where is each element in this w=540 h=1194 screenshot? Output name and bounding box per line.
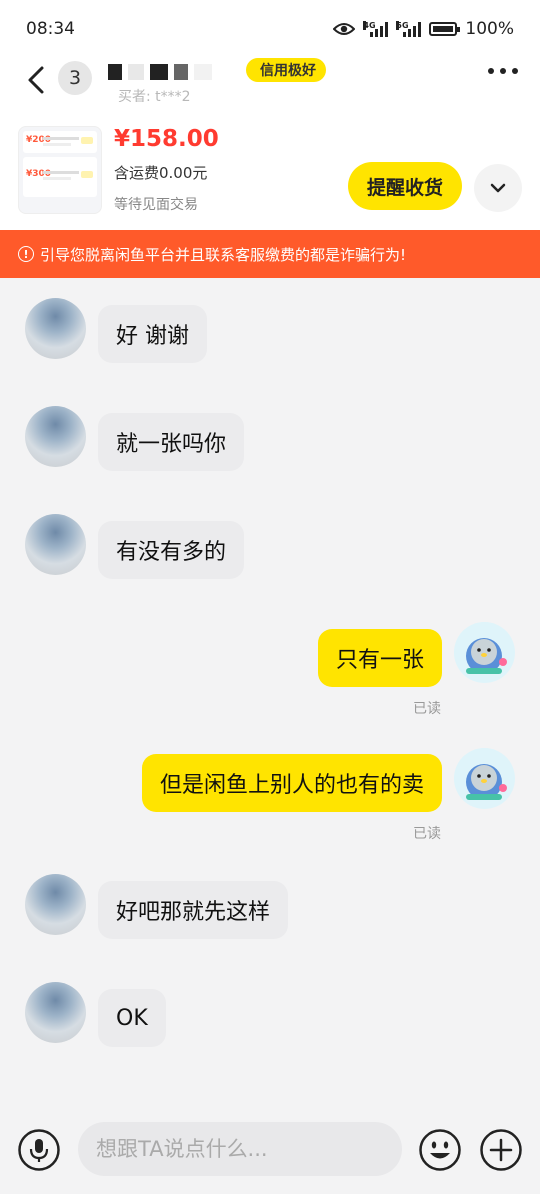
avatar[interactable] (25, 982, 86, 1043)
self-avatar[interactable] (454, 748, 515, 809)
message-bubble-outgoing[interactable]: 只有一张 (317, 629, 442, 687)
message-bubble-incoming[interactable]: 好 谢谢 (98, 305, 207, 363)
order-price: ¥158.00 (114, 126, 219, 152)
order-status: 等待见面交易 (114, 197, 198, 213)
seal-avatar-icon (454, 748, 514, 808)
status-bar: 08:34 4G 5G 100% (0, 0, 540, 58)
unread-count-badge[interactable]: 3 (58, 61, 92, 95)
remind-receive-button[interactable]: 提醒收货 (348, 162, 462, 210)
product-thumbnail[interactable]: ¥200 ¥300 (18, 126, 102, 214)
battery-icon (429, 22, 461, 36)
signal-tag: 4G (363, 21, 376, 30)
message-bubble-outgoing[interactable]: 但是闲鱼上别人的也有的卖 (141, 754, 442, 812)
read-status: 已读 (413, 826, 441, 842)
avatar[interactable] (25, 514, 86, 575)
message-input[interactable] (78, 1122, 402, 1176)
emoji-icon[interactable] (418, 1128, 462, 1172)
seller-name-redacted (108, 64, 212, 80)
message-bubble-incoming[interactable]: 好吧那就先这样 (98, 881, 289, 939)
credit-badge: 信用极好 (246, 58, 326, 82)
microphone-icon[interactable] (17, 1128, 61, 1172)
chevron-down-icon (490, 183, 506, 193)
status-time: 08:34 (26, 19, 75, 39)
avatar[interactable] (25, 406, 86, 467)
battery-percent: 100% (465, 19, 514, 39)
avatar[interactable] (25, 874, 86, 935)
plus-icon[interactable] (479, 1128, 523, 1172)
avatar[interactable] (25, 298, 86, 359)
shipping-info: 含运费0.00元 (114, 164, 208, 182)
read-status: 已读 (413, 701, 441, 717)
input-bar (0, 1104, 540, 1194)
message-bubble-incoming[interactable]: OK (98, 989, 166, 1047)
status-icons: 4G 5G 100% (333, 19, 514, 39)
seal-avatar-icon (454, 622, 514, 682)
order-card[interactable]: ¥200 ¥300 ¥158.00 含运费0.00元 等待见面交易 提醒收货 (0, 102, 540, 230)
eye-icon (333, 23, 356, 35)
message-bubble-incoming[interactable]: 有没有多的 (98, 521, 245, 579)
warning-icon: ! (18, 246, 34, 262)
chat-header: 3 信用极好 买者: t***2 (0, 58, 540, 105)
signal-tag-2: 5G (396, 21, 409, 30)
back-arrow-icon[interactable] (22, 64, 52, 96)
fraud-warning-bar: ! 引导您脱离闲鱼平台并且联系客服缴费的都是诈骗行为! (0, 230, 540, 278)
expand-button[interactable] (474, 164, 522, 212)
warning-text: 引导您脱离闲鱼平台并且联系客服缴费的都是诈骗行为! (40, 245, 407, 264)
self-avatar[interactable] (454, 622, 515, 683)
more-options-icon[interactable] (488, 68, 518, 74)
message-bubble-incoming[interactable]: 就一张吗你 (98, 413, 245, 471)
signal-icon: 4G (363, 21, 389, 37)
signal-icon-2: 5G (396, 21, 422, 37)
